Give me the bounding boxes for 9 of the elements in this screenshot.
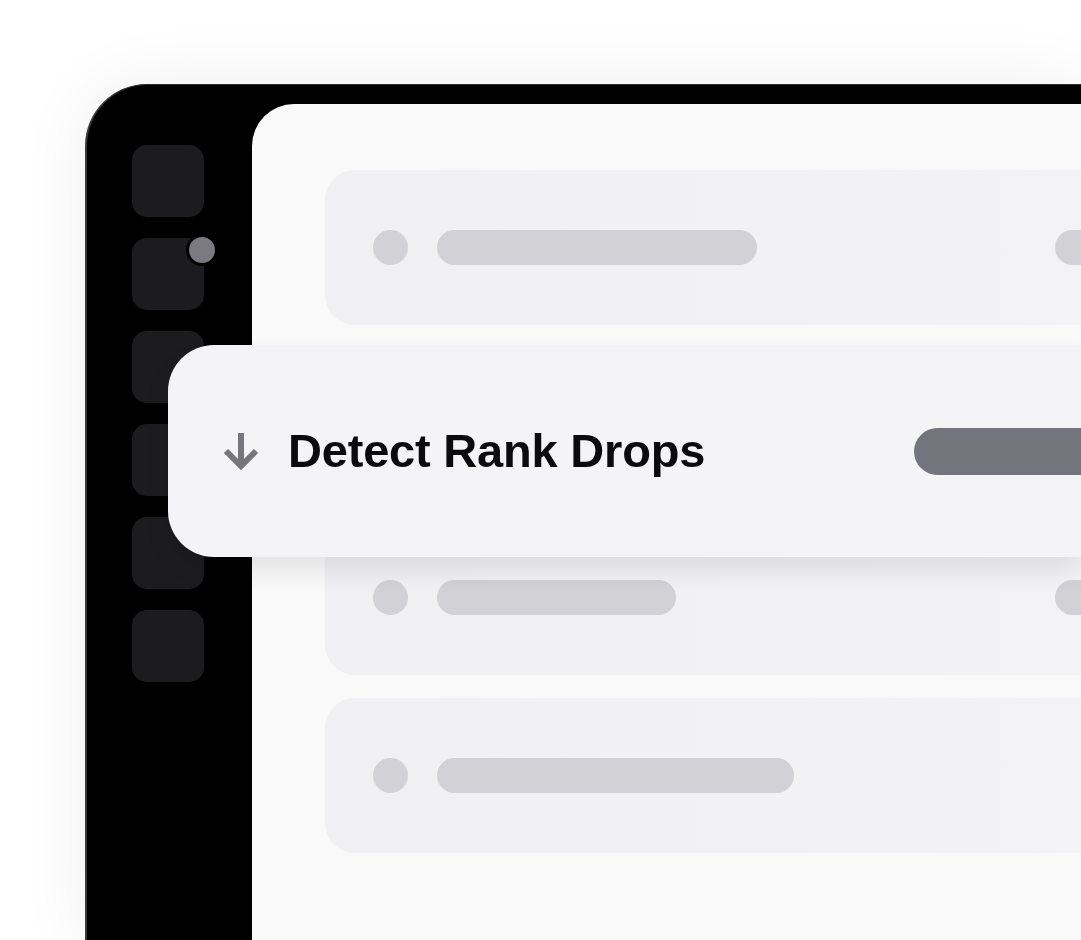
sidebar-tile[interactable] [132, 610, 204, 682]
placeholder-dot-icon [373, 758, 408, 793]
sidebar-tile[interactable] [132, 238, 204, 310]
down-arrow-icon [222, 432, 260, 470]
sidebar-tile[interactable] [132, 424, 168, 496]
placeholder-dot-icon [373, 230, 408, 265]
placeholder-dot-icon [373, 580, 408, 615]
feature-title: Detect Rank Drops [288, 422, 706, 479]
sidebar-tile[interactable] [132, 145, 204, 217]
